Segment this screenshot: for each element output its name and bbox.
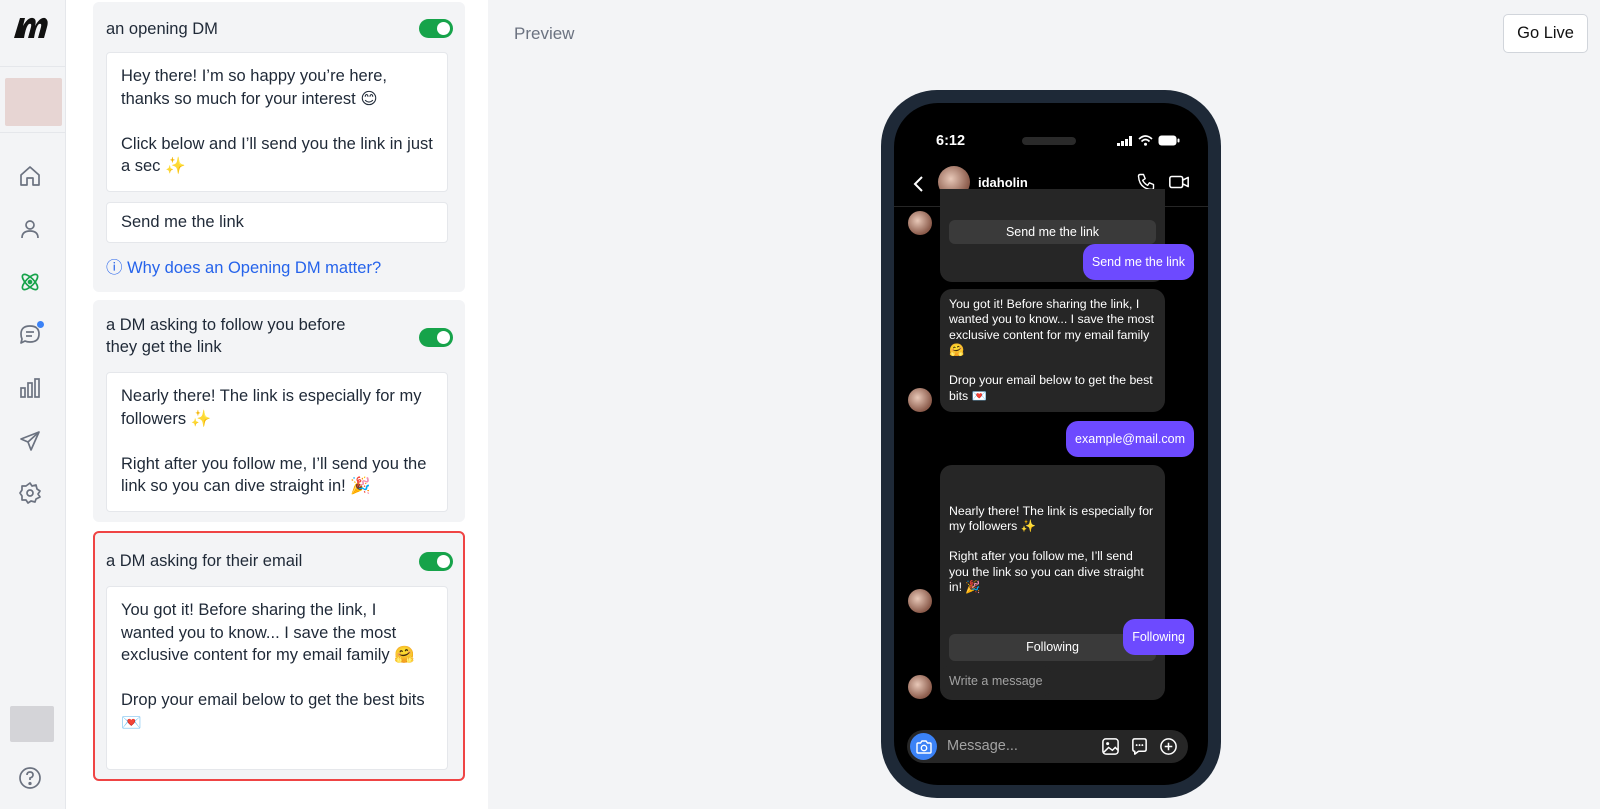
email-dm-toggle[interactable] — [419, 552, 453, 571]
dynamic-island — [1022, 137, 1076, 145]
gallery-icon[interactable] — [1101, 737, 1120, 756]
gear-icon[interactable] — [17, 480, 43, 506]
go-live-button[interactable]: Go Live — [1503, 14, 1588, 53]
back-icon[interactable] — [912, 175, 924, 193]
notification-dot — [36, 320, 45, 329]
message-avatar — [908, 675, 932, 699]
signal-icon — [1117, 135, 1132, 146]
opening-dm-button-text[interactable]: Send me the link — [106, 202, 448, 243]
preview-area: Preview Go Live 6:12 idaholin Send me th… — [488, 0, 1600, 809]
add-icon[interactable] — [1159, 737, 1178, 756]
phone-mockup: 6:12 idaholin Send me the link Send me t… — [881, 90, 1221, 798]
chat-icon[interactable] — [17, 320, 45, 348]
sidebar-divider — [0, 132, 66, 133]
bar-chart-icon[interactable] — [17, 375, 43, 401]
follow-dm-card: a DM asking to follow you before they ge… — [93, 300, 465, 522]
workspace-avatar[interactable] — [5, 78, 62, 126]
user-icon[interactable] — [17, 216, 43, 242]
outgoing-message: Send me the link — [1082, 244, 1194, 280]
sidebar — [0, 0, 66, 809]
logo[interactable] — [12, 14, 50, 42]
home-icon[interactable] — [17, 163, 43, 189]
follow-dm-toggle[interactable] — [419, 328, 453, 347]
write-message-bubble: Write a message — [940, 664, 1052, 698]
battery-icon — [1158, 135, 1180, 146]
message-avatar — [908, 388, 932, 412]
status-time: 6:12 — [936, 133, 966, 149]
wifi-icon — [1138, 135, 1153, 146]
message-avatar — [908, 589, 932, 613]
outgoing-message: Following — [1123, 619, 1194, 655]
message-composer[interactable]: Message... — [907, 730, 1188, 763]
opening-dm-title: an opening DM — [106, 20, 218, 38]
dm-config-panel: an opening DM Hey there! I’m so happy yo… — [66, 0, 488, 809]
message-avatar — [908, 211, 932, 235]
follow-dm-text: Nearly there! The link is especially for… — [949, 503, 1154, 595]
video-call-icon[interactable] — [1168, 172, 1190, 192]
email-dm-title: a DM asking for their email — [106, 552, 303, 570]
email-dm-card[interactable]: a DM asking for their email You got it! … — [93, 531, 465, 781]
phone-screen: 6:12 idaholin Send me the link Send me t… — [894, 103, 1208, 785]
camera-icon[interactable] — [910, 733, 937, 760]
atom-icon[interactable] — [17, 269, 43, 295]
send-link-button[interactable]: Send me the link — [949, 219, 1156, 244]
opening-dm-card: an opening DM Hey there! I’m so happy yo… — [93, 2, 465, 292]
email-dm-bubble: You got it! Before sharing the link, I w… — [940, 289, 1165, 413]
outgoing-message: example@mail.com — [1066, 421, 1194, 457]
user-avatar[interactable] — [10, 706, 54, 742]
contact-username[interactable]: idaholin — [978, 175, 1028, 190]
follow-dm-message[interactable]: Nearly there! The link is especially for… — [106, 372, 448, 512]
follow-dm-title: a DM asking to follow you before they ge… — [106, 316, 346, 356]
send-icon[interactable] — [17, 428, 43, 454]
sticker-icon[interactable] — [1130, 737, 1149, 756]
opening-dm-help-link[interactable]: ⓘ Why does an Opening DM matter? — [106, 257, 381, 279]
status-icons — [1117, 135, 1180, 146]
preview-label: Preview — [514, 24, 575, 43]
opening-dm-message[interactable]: Hey there! I’m so happy you’re here, tha… — [106, 52, 448, 192]
sidebar-divider — [0, 66, 66, 67]
opening-dm-toggle[interactable] — [419, 19, 453, 38]
message-input[interactable]: Message... — [947, 730, 1018, 763]
help-icon[interactable] — [17, 765, 43, 791]
email-dm-message[interactable]: You got it! Before sharing the link, I w… — [106, 586, 448, 770]
